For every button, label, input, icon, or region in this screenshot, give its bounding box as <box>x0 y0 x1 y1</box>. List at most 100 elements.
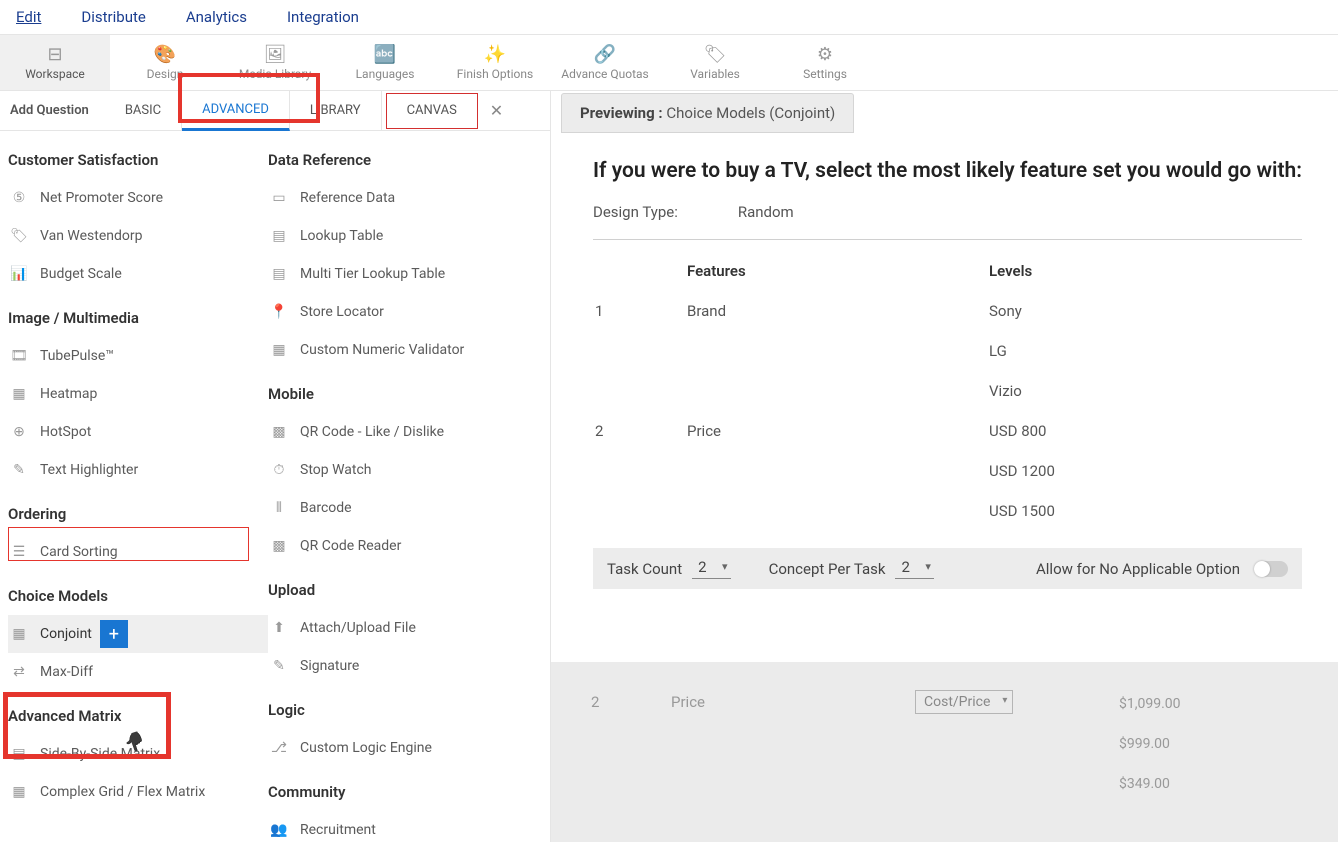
hotspot-icon: ⊕ <box>8 421 30 443</box>
item-attach[interactable]: ⬆Attach/Upload File <box>268 609 528 647</box>
allow-na-toggle[interactable] <box>1254 561 1288 577</box>
preview-panel: Previewing : Choice Models (Conjoint) If… <box>550 91 1338 842</box>
top-nav: Edit Distribute Analytics Integration <box>0 0 1338 35</box>
item-stopwatch[interactable]: ⏱Stop Watch <box>268 451 528 489</box>
toolbar: ⊟Workspace 🎨Design 🖼Media Library 🔤Langu… <box>0 35 1338 91</box>
finish-icon: ✨ <box>484 44 506 65</box>
nps-icon: ⑤ <box>8 187 30 209</box>
tab-library[interactable]: LIBRARY <box>290 91 382 131</box>
sbs-icon: ▤ <box>8 743 30 765</box>
item-lookup-table[interactable]: ▤Lookup Table <box>268 217 528 255</box>
multi-table-icon: ▤ <box>268 263 290 285</box>
section-logic: Logic <box>268 701 528 719</box>
tab-advanced[interactable]: ADVANCED <box>182 91 290 131</box>
tag-icon: 🏷 <box>8 225 30 247</box>
item-conjoint[interactable]: ▦Conjoint+ <box>8 615 268 653</box>
item-sbs-matrix[interactable]: ▤Side-By-Side Matrix <box>8 735 268 773</box>
toolbar-settings[interactable]: ⚙Settings <box>770 35 880 90</box>
item-tubepulse[interactable]: 🎞TubePulse™ <box>8 337 268 375</box>
toolbar-quotas[interactable]: 🔗Advance Quotas <box>550 35 660 90</box>
faded-row-num: 2 <box>591 693 611 711</box>
item-barcode[interactable]: ⦀Barcode <box>268 489 528 527</box>
preview-label: Previewing : <box>580 104 663 122</box>
variables-icon: 🏷 <box>704 44 727 65</box>
left-panel: Add Question BASIC ADVANCED LIBRARY CANV… <box>0 91 550 842</box>
conjoint-icon: ▦ <box>8 623 30 645</box>
feature-name: Brand <box>687 302 987 420</box>
preview-title: Choice Models (Conjoint) <box>666 104 835 122</box>
item-store-locator[interactable]: 📍Store Locator <box>268 293 528 331</box>
features-table: Features Levels 1 Brand Sony LG Vizio 2 … <box>593 260 1302 542</box>
branch-icon: ⎇ <box>268 737 290 759</box>
nav-distribute[interactable]: Distribute <box>81 8 145 26</box>
feature-name: Price <box>687 422 987 540</box>
item-signature[interactable]: ✎Signature <box>268 647 528 685</box>
task-count-select[interactable]: Task Count 2 <box>607 558 731 579</box>
item-logic-engine[interactable]: ⎇Custom Logic Engine <box>268 729 528 767</box>
toolbar-languages[interactable]: 🔤Languages <box>330 35 440 90</box>
media-icon: 🖼 <box>264 44 287 65</box>
qrreader-icon: ▩ <box>268 535 290 557</box>
concept-per-task-select[interactable]: Concept Per Task 2 <box>769 558 934 579</box>
tab-canvas[interactable]: CANVAS <box>386 93 478 129</box>
toolbar-finish[interactable]: ✨Finish Options <box>440 35 550 90</box>
item-multi-lookup[interactable]: ▤Multi Tier Lookup Table <box>268 255 528 293</box>
signature-icon: ✎ <box>268 655 290 677</box>
item-card-sorting[interactable]: ☰Card Sorting <box>8 533 268 571</box>
toolbar-design[interactable]: 🎨Design <box>110 35 220 90</box>
feature-levels: USD 800 USD 1200 USD 1500 <box>989 422 1300 540</box>
item-qr-reader[interactable]: ▩QR Code Reader <box>268 527 528 565</box>
item-complex-grid[interactable]: ▦Complex Grid / Flex Matrix <box>8 773 268 811</box>
row-num: 2 <box>595 422 685 540</box>
video-icon: 🎞 <box>8 345 30 367</box>
faded-dropdown[interactable]: Cost/Price <box>915 690 1013 714</box>
pencil-icon: ✎ <box>8 459 30 481</box>
barcode-icon: ⦀ <box>268 497 290 519</box>
item-van-westendorp[interactable]: 🏷Van Westendorp <box>8 217 268 255</box>
item-budget-scale[interactable]: 📊Budget Scale <box>8 255 268 293</box>
section-adv-matrix: Advanced Matrix <box>8 707 268 725</box>
section-choice-models: Choice Models <box>8 587 268 605</box>
heatmap-icon: ▦ <box>8 383 30 405</box>
grid-icon: ▦ <box>8 781 30 803</box>
nav-analytics[interactable]: Analytics <box>186 8 247 26</box>
nav-integration[interactable]: Integration <box>287 8 359 26</box>
table-row: 1 Brand Sony LG Vizio <box>595 302 1300 420</box>
workspace-icon: ⊟ <box>47 44 62 65</box>
row-num: 1 <box>595 302 685 420</box>
tab-add-question[interactable]: Add Question <box>0 91 105 131</box>
item-text-highlighter[interactable]: ✎Text Highlighter <box>8 451 268 489</box>
faded-row-label: Price <box>671 693 705 711</box>
toolbar-workspace[interactable]: ⊟Workspace <box>0 35 110 90</box>
bar-icon: 📊 <box>8 263 30 285</box>
faded-prices: $1,099.00 $999.00 $349.00 <box>1119 696 1298 792</box>
tab-basic[interactable]: BASIC <box>105 91 182 131</box>
toolbar-media[interactable]: 🖼Media Library <box>220 35 330 90</box>
section-upload: Upload <box>268 581 528 599</box>
levels-header: Levels <box>989 262 1300 300</box>
item-nps[interactable]: ⑤Net Promoter Score <box>8 179 268 217</box>
nav-edit[interactable]: Edit <box>16 8 41 26</box>
faded-lower-preview: 2 Price Cost/Price $1,099.00 $999.00 $34… <box>551 662 1338 842</box>
toolbar-variables[interactable]: 🏷Variables <box>660 35 770 90</box>
item-recruitment[interactable]: 👥Recruitment <box>268 811 528 842</box>
item-heatmap[interactable]: ▦Heatmap <box>8 375 268 413</box>
allow-na-label: Allow for No Applicable Option <box>1036 560 1240 578</box>
features-header: Features <box>687 262 987 300</box>
section-data-ref: Data Reference <box>268 151 528 169</box>
item-maxdiff[interactable]: ⇄Max-Diff <box>8 653 268 691</box>
close-icon[interactable]: ✕ <box>478 101 515 120</box>
item-ref-data[interactable]: ▭Reference Data <box>268 179 528 217</box>
design-icon: 🎨 <box>154 44 176 65</box>
table-row: 2 Price USD 800 USD 1200 USD 1500 <box>595 422 1300 540</box>
item-num-validator[interactable]: ▦Custom Numeric Validator <box>268 331 528 369</box>
add-icon[interactable]: + <box>100 620 128 648</box>
feature-levels: Sony LG Vizio <box>989 302 1300 420</box>
languages-icon: 🔤 <box>374 44 396 65</box>
validator-icon: ▦ <box>268 339 290 361</box>
item-hotspot[interactable]: ⊕HotSpot <box>8 413 268 451</box>
list-icon: ☰ <box>8 541 30 563</box>
section-customer-satisfaction: Customer Satisfaction <box>8 151 268 169</box>
qr-icon: ▩ <box>268 421 290 443</box>
item-qr-like[interactable]: ▩QR Code - Like / Dislike <box>268 413 528 451</box>
